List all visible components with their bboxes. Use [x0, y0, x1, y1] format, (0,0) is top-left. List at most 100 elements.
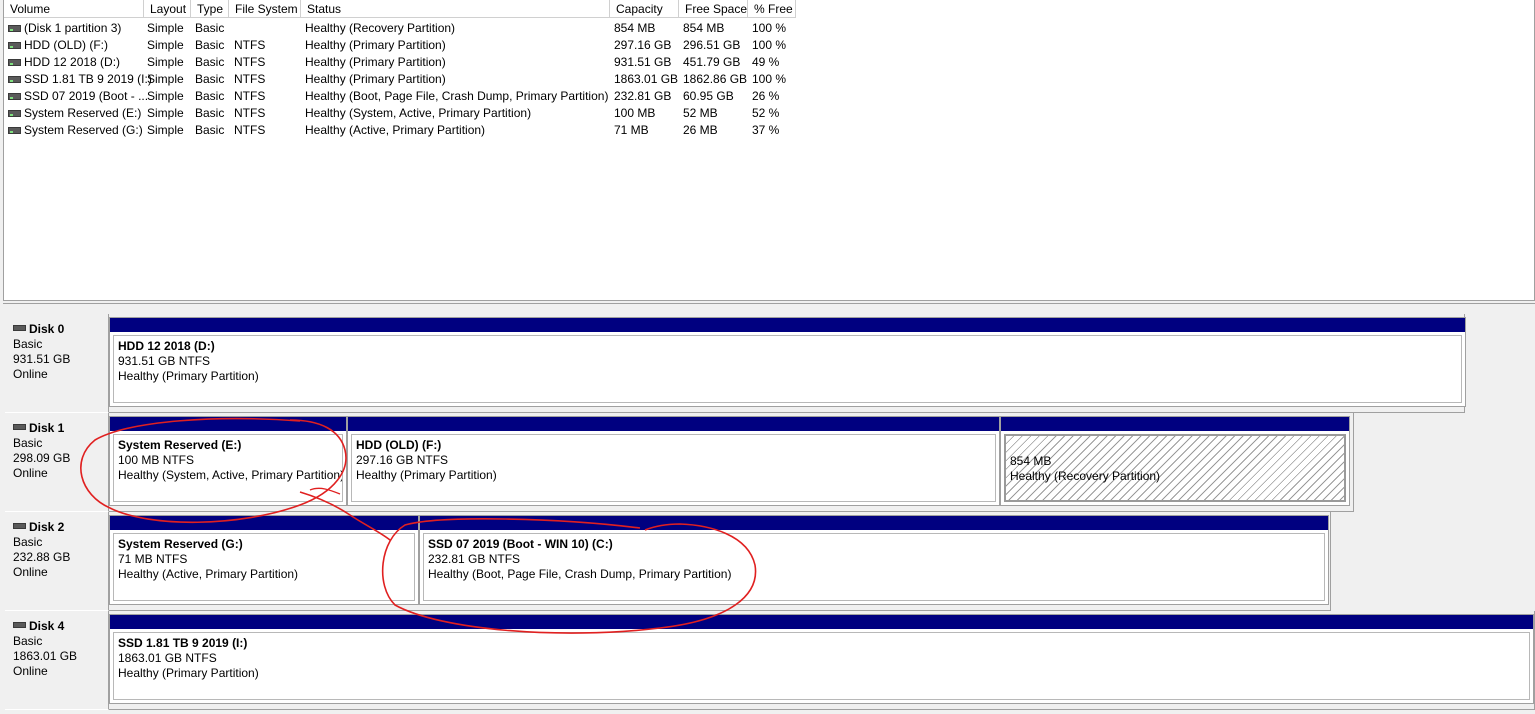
disk-name: Disk 4	[13, 619, 108, 634]
partition-size: 297.16 GB NTFS	[356, 453, 449, 467]
partition-block[interactable]: SSD 1.81 TB 9 2019 (I:) 1863.01 GB NTFS He…	[109, 614, 1534, 704]
column-header-capacity[interactable]: Capacity	[610, 0, 679, 18]
disk-label[interactable]: Disk 2 Basic 232.88 GB Online	[5, 512, 109, 611]
drive-icon	[8, 127, 21, 134]
partition-body[interactable]: 854 MB Healthy (Recovery Partition)	[1004, 434, 1346, 502]
volume-free-space: 60.95 GB	[683, 89, 734, 103]
disk-name: Disk 0	[13, 322, 108, 337]
drive-icon	[8, 76, 21, 83]
disk-map: Disk 0 Basic 931.51 GB Online HDD 12 2018 (D…	[3, 303, 1535, 714]
column-header-type[interactable]: Type	[191, 0, 229, 18]
volume-list-header: Volume Layout Type File System Status Ca…	[4, 0, 1534, 18]
partition-name: SSD 1.81 TB 9 2019 (I:)	[118, 636, 248, 650]
volume-percent-free: 52 %	[752, 106, 780, 120]
partition-body[interactable]: System Reserved (G:) 71 MB NTFS Healthy (A…	[113, 533, 415, 601]
disk-name-text: Disk 0	[29, 322, 65, 336]
volume-type: Basic	[195, 89, 225, 103]
volume-percent-free: 49 %	[752, 55, 780, 69]
volume-row[interactable]: SSD 1.81 TB 9 2019 (I:) Simple Basic NTFS He…	[4, 71, 804, 88]
partition-name: HDD (OLD) (F:)	[356, 438, 442, 452]
volume-type: Basic	[195, 38, 225, 52]
partition-name	[1010, 439, 1340, 454]
volume-capacity: 1863.01 GB	[614, 72, 679, 86]
volume-file-system: NTFS	[234, 106, 266, 120]
volume-percent-free: 100 %	[752, 72, 787, 86]
volume-capacity: 931.51 GB	[614, 55, 672, 69]
partition-block[interactable]: System Reserved (G:) 71 MB NTFS Healthy (A…	[109, 515, 419, 605]
partition-color-bar	[348, 417, 999, 431]
partition-color-bar	[420, 516, 1328, 530]
drive-icon	[8, 25, 21, 32]
partition-body[interactable]: System Reserved (E:) 100 MB NTFS Healthy (…	[113, 434, 343, 502]
partition-block[interactable]: System Reserved (E:) 100 MB NTFS Healthy (…	[109, 416, 347, 506]
volume-status: Healthy (Primary Partition)	[305, 55, 446, 69]
disk-label[interactable]: Disk 4 Basic 1863.01 GB Online	[5, 611, 109, 710]
volume-layout: Simple	[147, 55, 184, 69]
disk-label[interactable]: Disk 0 Basic 931.51 GB Online	[5, 314, 109, 413]
volume-percent-free: 100 %	[752, 38, 787, 52]
drive-icon	[8, 110, 21, 117]
disk-size: 931.51 GB	[13, 352, 71, 366]
disk-state: Online	[13, 664, 48, 678]
volume-name: HDD 12 2018 (D:)	[24, 55, 121, 69]
column-header-free-space[interactable]: Free Space	[679, 0, 748, 18]
volume-free-space: 451.79 GB	[683, 55, 741, 69]
partition-size: 71 MB NTFS	[118, 552, 188, 566]
volume-status: Healthy (Active, Primary Partition)	[305, 123, 486, 137]
partition-color-bar	[110, 318, 1465, 332]
volume-capacity: 100 MB	[614, 106, 656, 120]
volume-capacity: 297.16 GB	[614, 38, 672, 52]
disk-type: Basic	[13, 337, 43, 351]
volume-percent-free: 26 %	[752, 89, 780, 103]
disk-icon	[13, 523, 26, 529]
volume-layout: Simple	[147, 89, 184, 103]
partition-status: Healthy (Primary Partition)	[118, 666, 259, 680]
volume-layout: Simple	[147, 72, 184, 86]
volume-list[interactable]: Volume Layout Type File System Status Ca…	[3, 0, 1535, 301]
disk-name: Disk 1	[13, 421, 108, 436]
volume-layout: Simple	[147, 123, 184, 137]
partition-status: Healthy (Recovery Partition)	[1010, 469, 1161, 483]
partition-block[interactable]: SSD 07 2019 (Boot - WIN 10) (C:) 232.81 G…	[419, 515, 1329, 605]
volume-row[interactable]: System Reserved (E:) Simple Basic NTFS Healt…	[4, 105, 804, 122]
partition-body[interactable]: HDD (OLD) (F:) 297.16 GB NTFS Healthy (Pri…	[351, 434, 996, 502]
volume-status: Healthy (Boot, Page File, Crash Dump, Pr…	[305, 89, 609, 103]
column-header-volume[interactable]: Volume	[4, 0, 144, 18]
disk-name-text: Disk 4	[29, 619, 65, 633]
partition-color-bar	[110, 516, 418, 530]
partition-block[interactable]: HDD 12 2018 (D:) 931.51 GB NTFS Healthy (P…	[109, 317, 1466, 407]
partition-size: 232.81 GB NTFS	[428, 552, 521, 566]
volume-row[interactable]: HDD 12 2018 (D:) Simple Basic NTFS Healthy (…	[4, 54, 804, 71]
partition-body[interactable]: HDD 12 2018 (D:) 931.51 GB NTFS Healthy (P…	[113, 335, 1462, 403]
partition-block[interactable]: HDD (OLD) (F:) 297.16 GB NTFS Healthy (Pri…	[347, 416, 1000, 506]
volume-type: Basic	[195, 72, 225, 86]
volume-row[interactable]: System Reserved (G:) Simple Basic NTFS Healt…	[4, 122, 804, 139]
partition-name: System Reserved (G:)	[118, 537, 243, 551]
volume-name: System Reserved (E:)	[24, 106, 142, 120]
volume-file-system: NTFS	[234, 123, 266, 137]
partition-size: 931.51 GB NTFS	[118, 354, 211, 368]
volume-capacity: 71 MB	[614, 123, 649, 137]
volume-name: HDD (OLD) (F:)	[24, 38, 108, 52]
column-header-status[interactable]: Status	[301, 0, 610, 18]
disk-size: 232.88 GB	[13, 550, 71, 564]
volume-row[interactable]: HDD (OLD) (F:) Simple Basic NTFS Healthy (Pr…	[4, 37, 804, 54]
volume-free-space: 296.51 GB	[683, 38, 741, 52]
volume-row[interactable]: SSD 07 2019 (Boot - ... Simple Basic NTFS He…	[4, 88, 804, 105]
disk-icon	[13, 424, 26, 430]
disk-icon	[13, 622, 26, 628]
partition-block[interactable]: 854 MB Healthy (Recovery Partition)	[1000, 416, 1350, 506]
column-header-percent-free[interactable]: % Free	[748, 0, 796, 18]
volume-row[interactable]: (Disk 1 partition 3) Simple Basic Healthy (…	[4, 20, 804, 37]
disk-size: 298.09 GB	[13, 451, 71, 465]
volume-layout: Simple	[147, 106, 184, 120]
partition-status: Healthy (System, Active, Primary Partiti…	[118, 468, 343, 482]
partition-body[interactable]: SSD 07 2019 (Boot - WIN 10) (C:) 232.81 G…	[423, 533, 1325, 601]
volume-layout: Simple	[147, 38, 184, 52]
partition-status: Healthy (Primary Partition)	[356, 468, 497, 482]
column-header-layout[interactable]: Layout	[144, 0, 191, 18]
partition-body[interactable]: SSD 1.81 TB 9 2019 (I:) 1863.01 GB NTFS He…	[113, 632, 1530, 700]
column-header-file-system[interactable]: File System	[229, 0, 301, 18]
disk-type: Basic	[13, 634, 43, 648]
disk-label[interactable]: Disk 1 Basic 298.09 GB Online	[5, 413, 109, 512]
